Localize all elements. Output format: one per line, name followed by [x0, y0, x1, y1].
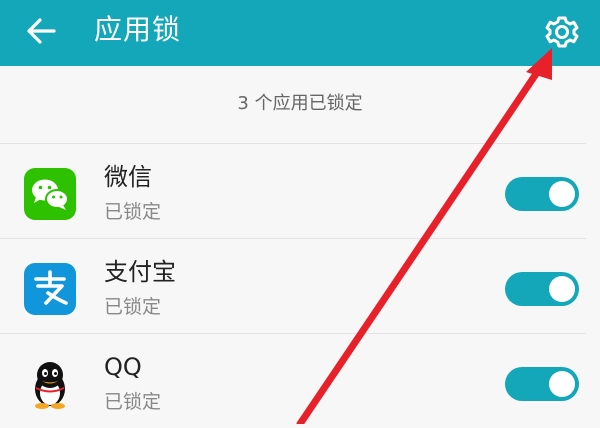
qq-icon [35, 362, 65, 409]
app-name: QQ [104, 353, 142, 381]
lock-toggle-alipay[interactable] [505, 272, 579, 306]
page-title: 应用锁 [94, 13, 182, 46]
app-name: 微信 [104, 163, 152, 191]
app-lock-status: 已锁定 [104, 201, 162, 223]
app-row-wechat: 微信 已锁定 [0, 144, 600, 238]
toggle-knob [549, 371, 575, 397]
locked-count-summary: 3 个应用已锁定 [237, 93, 363, 114]
wechat-icon [24, 168, 76, 220]
settings-button[interactable] [540, 10, 584, 54]
app-row-alipay: 支付宝 已锁定 [0, 239, 600, 333]
gear-icon [545, 16, 579, 48]
back-button[interactable] [22, 11, 62, 51]
toggle-knob [549, 276, 575, 302]
app-name: 支付宝 [104, 258, 176, 286]
arrow-left-icon [27, 18, 56, 44]
top-app-bar: 应用锁 [0, 0, 600, 66]
app-lock-status: 已锁定 [104, 296, 162, 318]
app-row-qq: QQ 已锁定 [0, 334, 600, 428]
alipay-icon [24, 263, 76, 315]
app-lock-status: 已锁定 [104, 391, 162, 413]
lock-toggle-wechat[interactable] [505, 177, 579, 211]
toggle-knob [549, 181, 575, 207]
lock-toggle-qq[interactable] [505, 367, 579, 401]
